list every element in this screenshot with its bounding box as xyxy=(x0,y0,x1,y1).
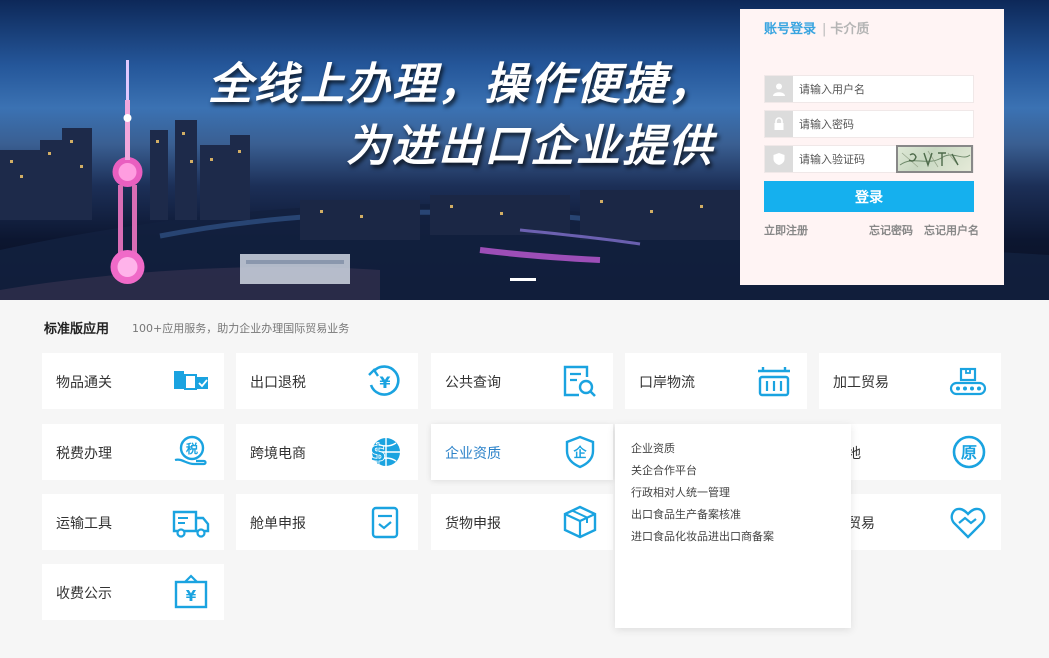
truck-icon xyxy=(172,510,210,538)
tile-label: 舱单申报 xyxy=(250,516,306,532)
dropdown-item-customs-cooperation[interactable]: 关企合作平台 xyxy=(631,460,851,482)
banner-headline-line2: 为进出口企业提供 xyxy=(346,121,714,172)
username-field xyxy=(764,75,974,103)
register-link[interactable]: 立即注册 xyxy=(764,222,808,238)
tile-label: 出口退税 xyxy=(250,375,306,391)
tile-enterprise-qualification[interactable]: 企业资质 企 xyxy=(431,424,613,480)
handshake-icon xyxy=(950,507,986,539)
fee-board-icon: ¥ xyxy=(174,574,208,609)
dropdown-item-import-food-cosmetics-filing[interactable]: 进口食品化妆品进出口商备案 xyxy=(631,526,851,548)
dropdown-item-admin-counterpart[interactable]: 行政相对人统一管理 xyxy=(631,482,851,504)
lock-icon xyxy=(765,111,793,137)
shield-icon xyxy=(765,146,793,172)
tile-label: 税费办理 xyxy=(56,446,112,462)
carousel-indicator[interactable] xyxy=(510,278,536,281)
conveyor-icon xyxy=(949,367,987,396)
login-button[interactable]: 登录 xyxy=(764,181,974,212)
svg-text:企: 企 xyxy=(572,445,587,461)
tab-separator: | xyxy=(822,22,827,37)
tile-port-logistics[interactable]: 口岸物流 xyxy=(625,353,807,409)
manifest-icon xyxy=(371,506,399,539)
tile-tax-fee[interactable]: 税费办理 税 xyxy=(42,424,224,480)
dropdown-item-enterprise-qualification[interactable]: 企业资质 xyxy=(631,438,851,460)
crane-icon xyxy=(758,367,790,397)
dropdown-item-export-food-filing[interactable]: 出口食品生产备案核准 xyxy=(631,504,851,526)
dollar-globe-icon: $ xyxy=(369,438,400,467)
cargo-box-icon xyxy=(563,505,597,539)
user-icon xyxy=(765,76,793,102)
tile-manifest-declaration[interactable]: 舱单申报 xyxy=(236,494,418,550)
tile-fee-publicity[interactable]: 收费公示 ¥ xyxy=(42,564,224,620)
yuan-refund-icon: ¥ xyxy=(368,365,400,396)
tile-export-tax-refund[interactable]: 出口退税 ¥ xyxy=(236,353,418,409)
tile-label: 收费公示 xyxy=(56,586,112,602)
tile-label: 运输工具 xyxy=(56,516,112,532)
tax-hand-icon: 税 xyxy=(174,435,207,466)
enterprise-qualification-dropdown: 企业资质 关企合作平台 行政相对人统一管理 出口食品生产备案核准 进口食品化妆品… xyxy=(615,424,851,628)
login-tabs: 账号登录 | 卡介质 xyxy=(764,18,869,37)
tile-label: 口岸物流 xyxy=(639,375,695,391)
tile-label: 企业资质 xyxy=(445,446,501,462)
tile-cargo-declaration[interactable]: 货物申报 xyxy=(431,494,613,550)
svg-text:¥: ¥ xyxy=(379,373,390,392)
login-panel: 账号登录 |卡介质 登录 立即注册 忘记密码 xyxy=(740,9,1004,285)
tile-label: 加工贸易 xyxy=(833,375,889,391)
username-input[interactable] xyxy=(799,76,899,102)
banner-headline-line1: 全线上办理，操作便捷， xyxy=(208,59,714,110)
forgot-password-link[interactable]: 忘记密码 xyxy=(869,222,913,238)
shield-company-icon: 企 xyxy=(565,435,595,469)
captcha-field xyxy=(764,145,974,173)
section-subtitle: 100+应用服务，助力企业办理国际贸易业务 xyxy=(132,322,350,335)
tile-label: 物品通关 xyxy=(56,375,112,391)
svg-text:¥: ¥ xyxy=(186,587,197,605)
tab-account-login[interactable]: 账号登录 xyxy=(764,22,816,37)
password-field xyxy=(764,110,974,138)
captcha-input[interactable] xyxy=(799,146,899,172)
section-title: 标准版应用 xyxy=(44,322,110,337)
tile-cross-border-ecommerce[interactable]: 跨境电商 $ xyxy=(236,424,418,480)
tab-card-login[interactable]: 卡介质 xyxy=(830,22,869,37)
svg-text:税: 税 xyxy=(186,441,198,456)
tile-processing-trade[interactable]: 加工贸易 xyxy=(819,353,1001,409)
captcha-image[interactable] xyxy=(896,145,973,173)
svg-text:$: $ xyxy=(370,439,387,467)
tile-label: 公共查询 xyxy=(445,375,501,391)
parcels-icon xyxy=(174,371,208,390)
tile-label: 跨境电商 xyxy=(250,446,306,462)
tile-goods-clearance[interactable]: 物品通关 xyxy=(42,353,224,409)
origin-icon: 原 xyxy=(952,435,986,469)
svg-text:原: 原 xyxy=(961,443,977,462)
document-search-icon xyxy=(563,365,596,397)
tile-label: 货物申报 xyxy=(445,516,501,532)
forgot-username-link[interactable]: 忘记用户名 xyxy=(924,222,979,238)
tile-transport-vehicle[interactable]: 运输工具 xyxy=(42,494,224,550)
tile-public-query[interactable]: 公共查询 xyxy=(431,353,613,409)
password-input[interactable] xyxy=(799,111,899,137)
